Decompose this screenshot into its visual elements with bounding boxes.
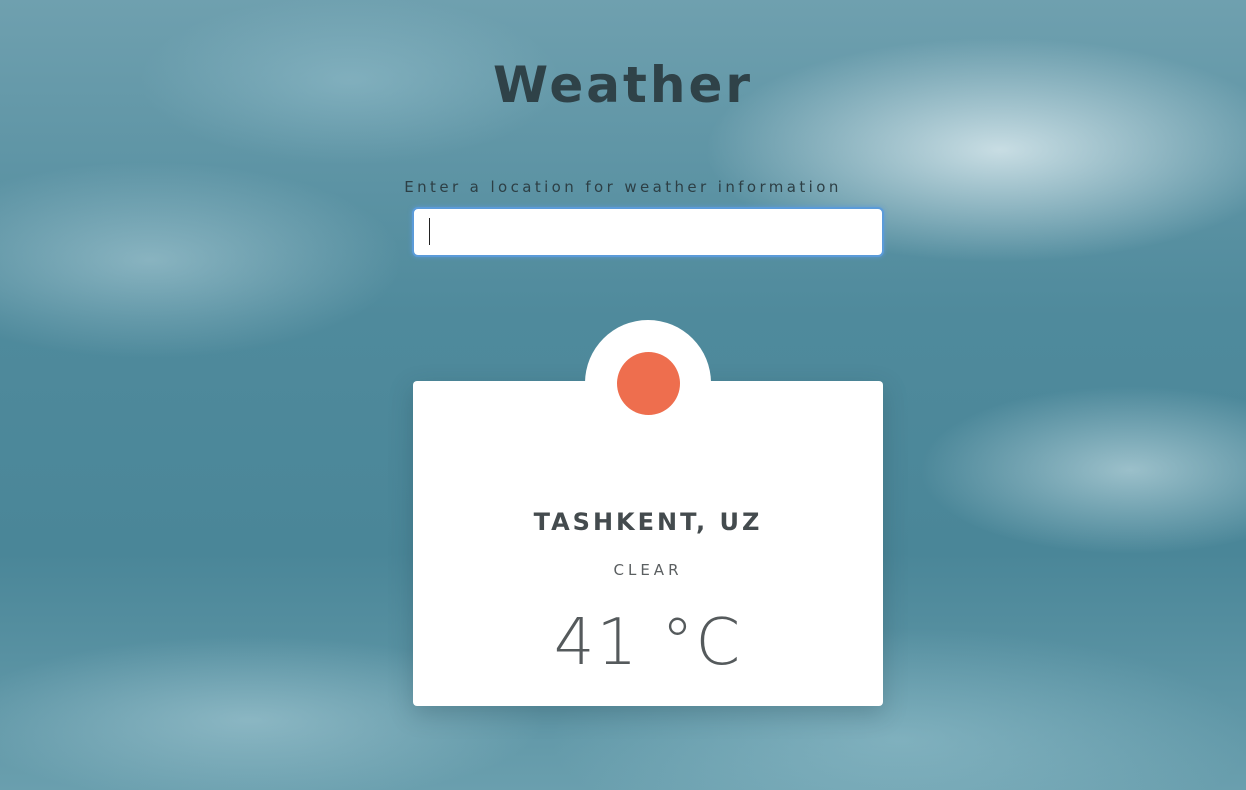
weather-condition: CLEAR bbox=[613, 561, 683, 579]
page-title: Weather bbox=[492, 56, 754, 114]
sun-icon bbox=[617, 352, 680, 415]
location-search-input[interactable] bbox=[412, 207, 884, 257]
temperature-value: 41 °C bbox=[553, 606, 743, 680]
text-cursor bbox=[429, 218, 430, 245]
location-name: TASHKENT, UZ bbox=[533, 508, 763, 536]
location-prompt-label: Enter a location for weather information bbox=[404, 178, 842, 196]
